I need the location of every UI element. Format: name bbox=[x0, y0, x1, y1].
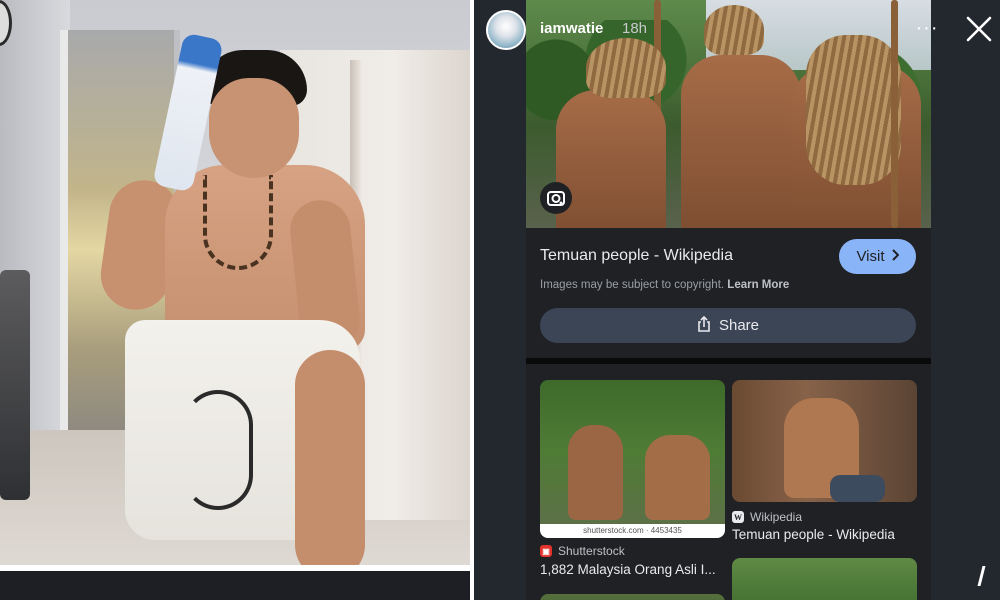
close-icon bbox=[966, 16, 992, 42]
man bbox=[645, 435, 710, 520]
more-options-button[interactable]: ··· bbox=[910, 14, 944, 44]
chevron-right-icon bbox=[891, 248, 899, 265]
story-header: iamwatie 18h ··· bbox=[474, 0, 1000, 60]
lens-icon[interactable] bbox=[540, 182, 572, 214]
related-title[interactable]: 1,882 Malaysia Orang Asli I... bbox=[540, 562, 716, 577]
avatar[interactable] bbox=[486, 10, 526, 50]
close-button[interactable] bbox=[962, 12, 996, 46]
image-watermark: shutterstock.com · 4453435 bbox=[540, 524, 725, 538]
video-frame bbox=[0, 0, 470, 600]
man bbox=[556, 90, 666, 228]
share-icon bbox=[697, 315, 711, 336]
instagram-story: Temuan people - Wikipedia Visit Images m… bbox=[474, 0, 1000, 600]
person-leg bbox=[295, 350, 365, 580]
result-title[interactable]: Temuan people - Wikipedia bbox=[540, 247, 733, 265]
cord bbox=[183, 390, 253, 510]
copyright-notice: Images may be subject to copyright. Lear… bbox=[540, 279, 789, 291]
visit-button[interactable]: Visit bbox=[839, 239, 916, 274]
wikipedia-icon: W bbox=[732, 511, 744, 523]
share-label: Share bbox=[718, 317, 760, 334]
timestamp: 18h bbox=[622, 20, 648, 37]
bed-edge bbox=[0, 565, 470, 600]
related-image[interactable] bbox=[540, 594, 725, 600]
man bbox=[681, 55, 801, 228]
related-image[interactable] bbox=[732, 558, 917, 600]
visit-label: Visit bbox=[856, 248, 885, 265]
chair bbox=[0, 270, 30, 500]
result-source: ▣ Shutterstock bbox=[540, 544, 625, 558]
username[interactable]: iamwatie bbox=[540, 20, 603, 37]
man bbox=[568, 425, 623, 520]
related-results: shutterstock.com · 4453435 ▣ Shutterstoc… bbox=[526, 364, 931, 600]
related-image[interactable]: shutterstock.com · 4453435 bbox=[540, 380, 725, 538]
copyright-text: Images may be subject to copyright. bbox=[540, 279, 725, 291]
share-button[interactable]: Share bbox=[540, 308, 916, 343]
shirt bbox=[830, 475, 885, 502]
result-source: W Wikipedia bbox=[732, 510, 802, 524]
person-head bbox=[209, 78, 299, 178]
learn-more-link[interactable]: Learn More bbox=[727, 279, 789, 291]
related-image[interactable] bbox=[732, 380, 917, 502]
related-title[interactable]: Temuan people - Wikipedia bbox=[732, 527, 895, 542]
shutterstock-icon: ▣ bbox=[540, 545, 552, 557]
necklace bbox=[203, 175, 273, 270]
person bbox=[96, 50, 365, 580]
source-name: Shutterstock bbox=[558, 544, 625, 558]
source-name: Wikipedia bbox=[750, 510, 803, 524]
